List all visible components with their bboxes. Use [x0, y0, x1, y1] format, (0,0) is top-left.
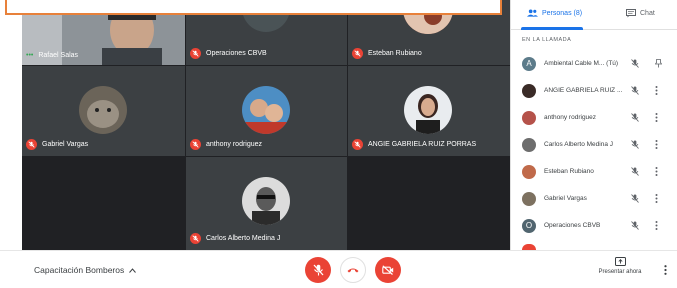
avatar: [522, 110, 536, 125]
person-name: Gabriel Vargas: [544, 195, 587, 202]
hang-up-icon: [347, 268, 359, 273]
avatar: [522, 83, 536, 98]
meet-window: ••• Rafael Salas O Operaciones CBVB: [0, 0, 677, 288]
tab-people[interactable]: Personas (8): [527, 9, 582, 17]
mic-off-icon: [631, 194, 639, 203]
participant-name-label: Esteban Rubiano: [352, 48, 422, 59]
list-item[interactable]: ANGIE GABRIELA RUIZ ...: [511, 77, 677, 104]
profile-photo-icon: [404, 86, 452, 134]
mic-off-icon: [631, 221, 639, 230]
pin-icon[interactable]: [655, 59, 662, 68]
person-name: Carlos Alberto Medina J: [544, 141, 614, 148]
more-options-icon[interactable]: [664, 265, 667, 275]
side-panel: Personas (8) Chat EN LA LLAMADA A Ambien…: [510, 0, 677, 250]
more-options-icon[interactable]: [655, 86, 658, 95]
mic-off-icon: [313, 264, 323, 276]
avatar: A: [522, 56, 536, 71]
people-icon: [527, 9, 538, 17]
participant-tile-anthony[interactable]: anthony rodriguez: [186, 66, 347, 156]
participant-name-label: Carlos Alberto Medina J: [190, 233, 280, 244]
audio-active-icon: •••: [26, 52, 34, 59]
avatar: [404, 86, 452, 134]
bottom-toolbar: Capacitación Bomberos Presentar ahora: [0, 250, 677, 288]
list-item[interactable]: O Operaciones CBVB: [511, 212, 677, 239]
avatar: [79, 86, 127, 134]
participant-name-label: ANGIE GABRIELA RUIZ PORRAS: [352, 139, 476, 150]
present-now-button[interactable]: Presentar ahora: [592, 257, 648, 275]
participant-tile-angie[interactable]: ANGIE GABRIELA RUIZ PORRAS: [348, 66, 510, 156]
more-options-icon[interactable]: [655, 167, 658, 176]
mic-off-icon: [631, 86, 639, 95]
list-item[interactable]: Esteban Rubiano: [511, 158, 677, 185]
section-heading: EN LA LLAMADA: [522, 37, 572, 43]
list-item[interactable]: anthony rodriguez: [511, 104, 677, 131]
profile-photo-icon: [242, 177, 290, 225]
panel-tabs: Personas (8) Chat: [511, 0, 677, 30]
empty-tile: [348, 157, 510, 250]
mic-off-icon: [190, 139, 201, 150]
person-name: Operaciones CBVB: [544, 222, 601, 229]
mic-off-icon: [631, 167, 639, 176]
avatar: [522, 164, 536, 179]
more-options-icon[interactable]: [655, 113, 658, 122]
list-item[interactable]: Carlos Alberto Medina J: [511, 131, 677, 158]
mic-off-icon: [352, 48, 363, 59]
mic-off-icon: [631, 59, 639, 68]
list-item[interactable]: A Ambiental Cable M... (Tú): [511, 50, 677, 77]
participant-name-label: Operaciones CBVB: [190, 48, 267, 59]
participant-name-label: anthony rodriguez: [190, 139, 262, 150]
camera-off-icon: [382, 265, 394, 275]
participant-name-label: ••• Rafael Salas: [26, 52, 79, 59]
leave-call-button[interactable]: [340, 257, 366, 283]
camera-toggle-button[interactable]: [375, 257, 401, 283]
participant-tile-carlos[interactable]: Carlos Alberto Medina J: [186, 157, 347, 250]
chat-icon: [626, 9, 636, 18]
mic-off-icon: [26, 139, 37, 150]
tab-chat[interactable]: Chat: [626, 9, 655, 18]
mic-off-icon: [631, 113, 639, 122]
more-options-icon[interactable]: [655, 140, 658, 149]
participant-name-label: Gabriel Vargas: [26, 139, 88, 150]
video-grid: ••• Rafael Salas O Operaciones CBVB: [0, 0, 510, 250]
profile-photo-icon: [242, 86, 290, 134]
avatar: [522, 191, 536, 206]
person-name: ANGIE GABRIELA RUIZ ...: [544, 87, 623, 94]
chevron-up-icon: [129, 267, 137, 273]
mic-off-icon: [631, 140, 639, 149]
active-tab-indicator: [521, 27, 583, 30]
person-name: Esteban Rubiano: [544, 168, 594, 175]
mic-off-icon: [190, 48, 201, 59]
profile-photo-icon: [79, 86, 127, 134]
person-name: Ambiental Cable M... (Tú): [544, 60, 619, 67]
avatar: [242, 177, 290, 225]
list-item[interactable]: Gabriel Vargas: [511, 185, 677, 212]
more-options-icon[interactable]: [655, 194, 658, 203]
microphone-toggle-button[interactable]: [305, 257, 331, 283]
more-options-icon[interactable]: [655, 221, 658, 230]
empty-tile: [22, 157, 185, 250]
avatar: [522, 137, 536, 152]
avatar: [242, 86, 290, 134]
highlight-frame: [5, 0, 502, 15]
left-margin: [0, 0, 22, 250]
mic-off-icon: [190, 233, 201, 244]
present-screen-icon: [614, 257, 626, 266]
meeting-details-button[interactable]: Capacitación Bomberos: [34, 265, 137, 275]
mic-off-icon: [352, 139, 363, 150]
participant-tile-gabriel[interactable]: Gabriel Vargas: [22, 66, 185, 156]
person-name: anthony rodriguez: [544, 114, 597, 121]
avatar: O: [522, 218, 536, 233]
